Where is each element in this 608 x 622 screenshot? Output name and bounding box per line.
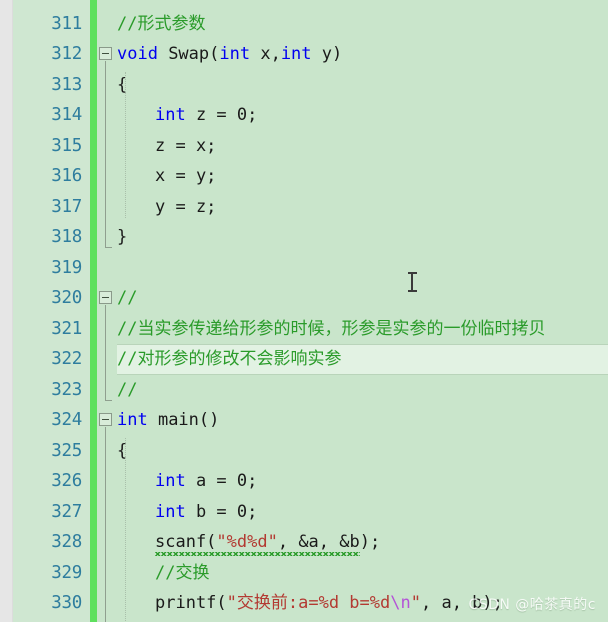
code-line-text[interactable]: // <box>117 288 137 308</box>
code-line-text[interactable]: int main() <box>117 410 219 430</box>
code-line-text[interactable]: // <box>117 380 137 400</box>
code-token-plain: y) <box>311 44 343 64</box>
code-line-text[interactable]: //交换 <box>155 563 209 583</box>
code-token-str: " <box>410 593 421 613</box>
line-number: 329 <box>51 562 82 583</box>
indent-guide <box>125 71 126 218</box>
code-line-text[interactable]: //形式参数 <box>117 14 205 34</box>
code-line-text[interactable]: } <box>117 227 127 247</box>
code-token-kw: int <box>155 105 186 125</box>
fold-region-end-marker <box>105 399 112 401</box>
code-token-cmt: // <box>117 379 138 400</box>
indent-guide <box>125 437 126 622</box>
code-token-plain: main() <box>147 410 220 430</box>
code-row[interactable] <box>117 436 608 467</box>
code-token-cmt: // <box>117 288 138 308</box>
code-token-plain: b = 0; <box>185 501 258 522</box>
change-tracking-bar <box>90 0 97 622</box>
line-number: 316 <box>51 166 82 186</box>
line-number: 323 <box>51 379 82 400</box>
code-row[interactable] <box>117 253 608 284</box>
code-folding-column[interactable] <box>97 0 117 622</box>
line-number: 320 <box>51 288 82 308</box>
code-line-text[interactable]: int z = 0; <box>155 105 257 125</box>
code-line-text[interactable]: y = z; <box>155 197 216 217</box>
code-token-kw: int <box>280 44 312 64</box>
mouse-ibeam-cursor <box>408 271 417 293</box>
fold-region-end-marker <box>105 247 112 248</box>
code-token-kw: int <box>155 471 186 491</box>
fold-collapse-icon[interactable] <box>99 47 112 60</box>
code-line-text[interactable]: int a = 0; <box>155 471 257 491</box>
code-token-plain: scanf( <box>155 532 217 552</box>
code-token-plain: Swap( <box>157 44 220 64</box>
editor-left-margin-strip <box>0 0 13 622</box>
code-token-plain: y = z; <box>155 196 217 217</box>
fold-collapse-icon[interactable] <box>99 291 112 304</box>
code-row[interactable] <box>117 70 608 101</box>
fold-region-connector <box>105 305 106 400</box>
line-number: 317 <box>51 196 82 217</box>
csdn-watermark: CSDN @哈茶真的c <box>468 597 596 613</box>
code-token-kw: int <box>155 501 186 522</box>
fold-region-connector <box>105 427 106 622</box>
line-number: 328 <box>51 532 82 552</box>
code-line-text[interactable]: x = y; <box>155 166 216 186</box>
code-token-kw: int <box>219 44 251 64</box>
line-number: 325 <box>51 440 82 461</box>
code-token-plain: x = y; <box>155 166 217 186</box>
line-number: 327 <box>51 501 82 522</box>
line-number: 314 <box>51 105 82 125</box>
code-line-text[interactable]: printf("交换前:a=%d b=%d\n", a, b); <box>155 593 503 613</box>
code-line-text[interactable]: //当实参传递给形参的时候，形参是实参的一份临时拷贝 <box>117 319 545 339</box>
code-token-plain: a = 0; <box>185 471 258 491</box>
code-line-text[interactable]: int b = 0; <box>155 502 257 522</box>
code-token-plain: printf( <box>155 593 227 613</box>
code-row[interactable] <box>117 375 608 406</box>
line-number: 315 <box>51 135 82 156</box>
code-text-area[interactable]: //形式参数 void Swap(int x,int y){int z = 0; z… <box>117 0 608 622</box>
code-token-plain: z = x; <box>155 135 217 156</box>
line-number: 318 <box>51 227 82 247</box>
code-token-plain: z = 0; <box>185 105 258 125</box>
line-number: 312 <box>51 44 82 64</box>
fold-collapse-icon[interactable] <box>99 413 112 426</box>
code-token-plain: , &a, &b); <box>277 532 381 552</box>
code-token-plain: } <box>117 227 128 247</box>
code-row[interactable] <box>117 222 608 253</box>
code-token-kw: int <box>117 410 148 430</box>
code-token-esc: \n <box>390 593 411 613</box>
fold-region-connector <box>105 61 106 247</box>
code-line-text[interactable]: z = x; <box>155 136 216 156</box>
line-number: 310 <box>16 0 82 3</box>
code-row[interactable] <box>117 619 608 622</box>
line-number: 313 <box>51 74 82 95</box>
code-token-cmt: //当实参传递给形参的时候，形参是实参的一份临时拷贝 <box>117 318 546 339</box>
code-row[interactable] <box>117 283 608 314</box>
code-line-text[interactable]: scanf("%d%d", &a, &b); <box>155 532 380 552</box>
line-number: 326 <box>51 471 82 491</box>
code-token-kw: void <box>117 44 158 64</box>
code-token-cmt: //形式参数 <box>117 13 206 34</box>
line-number: 324 <box>51 410 82 430</box>
code-token-plain: x, <box>250 44 281 64</box>
code-token-cmt: //对形参的修改不会影响实参 <box>117 349 342 369</box>
code-token-str: "%d%d" <box>216 532 278 552</box>
code-line-text[interactable]: void Swap(int x,int y) <box>117 44 342 64</box>
code-editor-pane[interactable]: 310 311 312 313 314 315 316 317 318 319 320 321 322 3… <box>0 0 608 622</box>
error-squiggly-underline <box>155 552 360 556</box>
code-line-text[interactable]: //对形参的修改不会影响实参 <box>117 349 341 369</box>
line-number: 330 <box>51 593 82 613</box>
line-number: 321 <box>51 318 82 339</box>
code-token-str: "交换前:a=%d b=%d <box>226 593 391 613</box>
line-number-gutter: 310 311 312 313 314 315 316 317 318 319 320 321 322 3… <box>13 0 90 622</box>
line-number: 322 <box>51 349 82 369</box>
line-number: 311 <box>51 13 82 34</box>
line-number: 319 <box>51 257 82 278</box>
code-row[interactable] <box>117 0 608 9</box>
code-token-cmt: //交换 <box>155 562 210 583</box>
